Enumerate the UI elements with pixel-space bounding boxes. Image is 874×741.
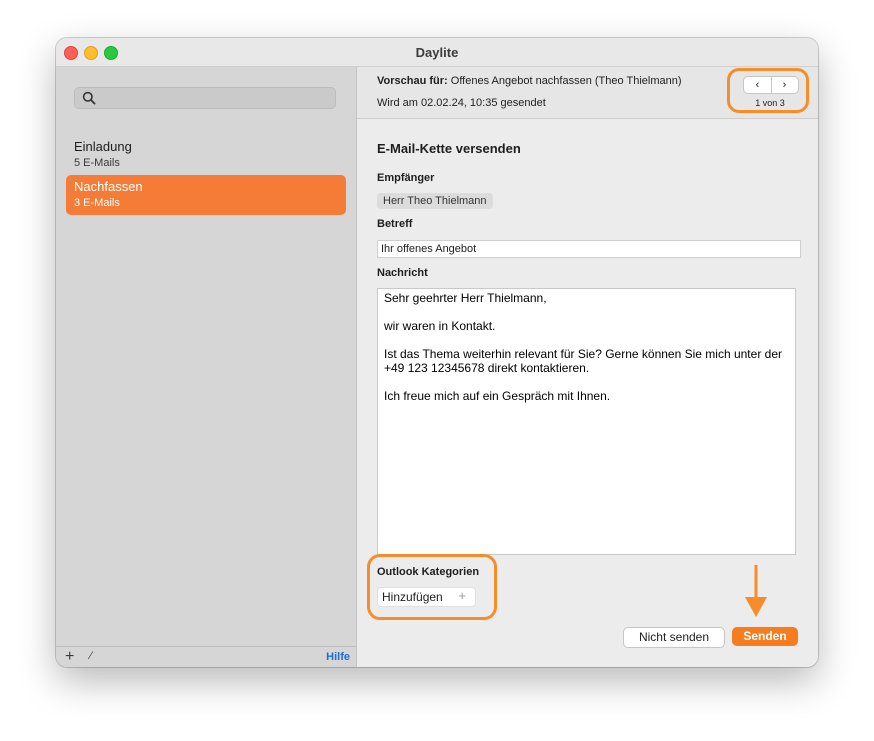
preview-title: Vorschau für: Offenes Angebot nachfassen… — [377, 75, 682, 87]
search-icon — [82, 91, 96, 105]
sequence-item-einladung[interactable]: Einladung 5 E-Mails — [66, 135, 346, 175]
titlebar: Daylite — [56, 38, 818, 67]
subject-field[interactable]: Ihr offenes Angebot — [377, 240, 801, 258]
message-line: Sehr geehrter Herr Thielmann, — [384, 291, 547, 305]
preview-label: Vorschau für: — [377, 75, 448, 87]
sequence-title: Nachfassen — [74, 179, 143, 194]
sequence-item-nachfassen[interactable]: Nachfassen 3 E-Mails — [66, 175, 346, 215]
message-line: Ist das Thema weiterhin relevant für Sie… — [384, 347, 782, 361]
highlight-ring-nav — [727, 68, 809, 113]
sequence-count: 3 E-Mails — [74, 197, 120, 209]
message-editor[interactable]: Sehr geehrter Herr Thielmann, wir waren … — [377, 288, 796, 555]
sidebar-footer: + ⁄ Hilfe — [56, 646, 356, 667]
send-button[interactable]: Senden — [732, 627, 798, 646]
recipient-token[interactable]: Herr Theo Thielmann — [377, 193, 493, 209]
message-line: Ich freue mich auf ein Gespräch mit Ihne… — [384, 389, 611, 403]
message-line: wir waren in Kontakt. — [384, 319, 496, 333]
window-title: Daylite — [415, 45, 459, 60]
search-input[interactable] — [74, 87, 336, 109]
help-link[interactable]: Hilfe — [326, 651, 350, 663]
add-icon[interactable]: + — [65, 648, 74, 666]
edit-icon[interactable]: ⁄ — [90, 650, 92, 662]
section-title: E-Mail-Kette versenden — [377, 141, 521, 156]
preview-sent-info: Wird am 02.02.24, 10:35 gesendet — [377, 97, 546, 109]
preview-value: Offenes Angebot nachfassen (Theo Thielma… — [450, 75, 682, 87]
subject-label: Betreff — [377, 218, 413, 230]
highlight-ring-categories — [367, 554, 497, 620]
app-window: Daylite Einladung 5 E-Mails Nachfassen 3… — [56, 38, 818, 667]
message-line: +49 123 12345678 direkt kontaktieren. — [384, 361, 590, 375]
sequence-count: 5 E-Mails — [74, 157, 120, 169]
dont-send-button[interactable]: Nicht senden — [623, 627, 725, 648]
recipient-label: Empfänger — [377, 172, 435, 184]
preview-header: Vorschau für: Offenes Angebot nachfassen… — [357, 67, 818, 119]
message-label: Nachricht — [377, 267, 428, 279]
arrow-down-icon — [745, 565, 767, 617]
sidebar: Einladung 5 E-Mails Nachfassen 3 E-Mails… — [56, 67, 357, 667]
sequence-title: Einladung — [74, 139, 132, 154]
